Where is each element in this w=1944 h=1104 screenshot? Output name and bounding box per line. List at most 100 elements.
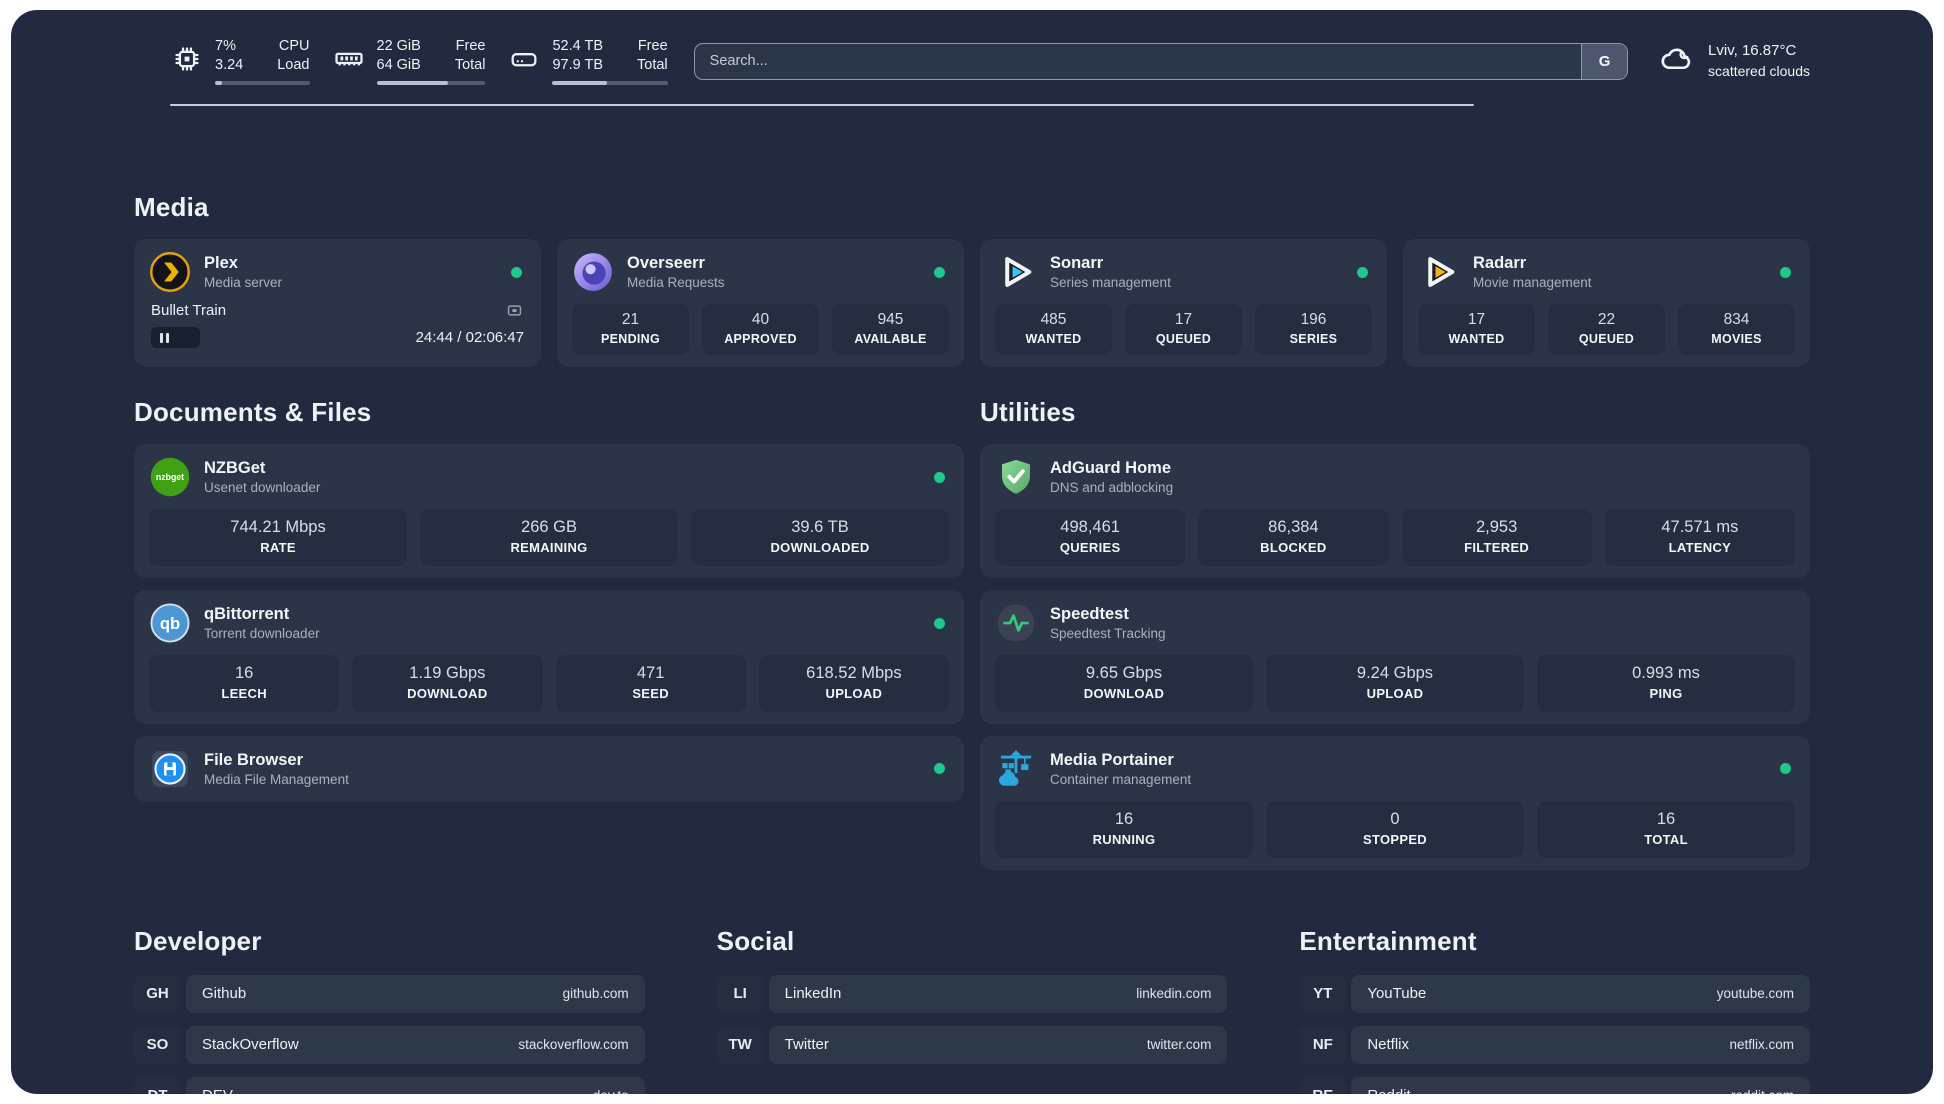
nzbget-icon: nzbget (149, 456, 191, 498)
svg-text:qb: qb (160, 614, 180, 633)
stat-tile: 40 APPROVED (702, 304, 819, 356)
app-name: Speedtest (1050, 604, 1129, 623)
bookmark-dev[interactable]: DT DEV dev.to (134, 1076, 645, 1094)
app-description: Media File Management (204, 771, 349, 787)
documents-column: Documents & Files nzbget NZBGet Usenet d (134, 397, 964, 870)
app-name: Sonarr (1050, 253, 1104, 272)
stat-tile: 9.65 Gbps DOWNLOAD (995, 655, 1253, 712)
cloud-icon (1658, 40, 1695, 82)
section-title-utilities: Utilities (980, 397, 1076, 428)
section-title-entertainment: Entertainment (1299, 925, 1477, 956)
radarr-card[interactable]: Radarr Movie management 17 WANTED 22 QUEUE… (1403, 239, 1810, 368)
bookmark-url: github.com (562, 986, 629, 1002)
bookmark-linkedin[interactable]: LI LinkedIn linkedin.com (716, 974, 1228, 1013)
stat-tile: 16 TOTAL (1537, 800, 1795, 858)
qbittorrent-card[interactable]: qb qBittorrent Torrent downloader 16 LEEC… (134, 590, 964, 724)
stat-tile: 945 AVAILABLE (832, 304, 949, 356)
system-stats: 7% 3.24 CPU Load 22 GiB 64 GiB Free Tota… (170, 37, 668, 85)
playback-time: 24:44 / 02:06:47 (415, 329, 524, 346)
bookmark-netflix[interactable]: NF Netflix netflix.com (1299, 1025, 1810, 1064)
memory-total-value: 64 GiB (376, 57, 421, 73)
status-dot (934, 471, 945, 483)
memory-progress-bar (376, 80, 486, 85)
adguard-card[interactable]: AdGuard Home DNS and adblocking 498,461 Q… (980, 444, 1810, 578)
plex-icon (149, 251, 191, 293)
media-grid: Plex Media server Bullet Train 24:44 / 0… (134, 239, 1810, 368)
developer-column: Developer GH Github github.com SO StackO… (134, 926, 645, 1094)
stat-tile: 834 MOVIES (1678, 304, 1795, 356)
section-title-media: Media (134, 192, 209, 222)
stat-tile: 47.571 ms LATENCY (1604, 509, 1795, 566)
speedtest-icon (995, 602, 1037, 644)
playback-progress-track (151, 327, 402, 348)
storage-total-value: 97.9 TB (552, 57, 604, 73)
stat-tile: 17 WANTED (1418, 304, 1535, 356)
storage-free-value: 52.4 TB (552, 38, 604, 55)
stat-tile: 39.6 TB DOWNLOADED (691, 509, 949, 566)
plex-card[interactable]: Plex Media server Bullet Train 24:44 / 0… (134, 239, 541, 368)
bookmark-github[interactable]: GH Github github.com (134, 974, 645, 1013)
memory-widget: 22 GiB 64 GiB Free Total (332, 37, 486, 85)
stat-tile: 16 LEECH (149, 655, 340, 712)
app-name: Overseerr (627, 253, 705, 272)
utilities-column: Utilities AdGuard Home DNS and adblockin… (980, 397, 1810, 870)
search-engine-button[interactable]: G (1581, 43, 1628, 79)
stat-tile: 618.52 Mbps UPLOAD (758, 655, 949, 712)
search-bar: G (693, 42, 1629, 80)
cpu-progress-bar (215, 80, 310, 85)
stat-tile: 16 RUNNING (995, 800, 1253, 858)
stat-tile: 266 GB REMAINING (420, 509, 678, 566)
bookmark-url: linkedin.com (1136, 986, 1212, 1002)
stat-tile: 196 SERIES (1255, 304, 1372, 356)
bookmark-name: Reddit (1367, 1087, 1410, 1094)
app-description: Container management (1050, 771, 1192, 787)
app-name: qBittorrent (204, 604, 290, 623)
filebrowser-icon (149, 748, 191, 790)
playback-row: 24:44 / 02:06:47 (149, 327, 526, 348)
weather-location: Lviv, 16.87°C (1708, 42, 1797, 60)
app-name: NZBGet (204, 458, 266, 477)
stat-tile: 0 STOPPED (1266, 800, 1524, 858)
status-dot (934, 266, 945, 278)
section-title-social: Social (716, 925, 795, 956)
section-title-documents: Documents & Files (134, 397, 372, 428)
bookmark-youtube[interactable]: YT YouTube youtube.com (1299, 974, 1810, 1013)
portainer-card[interactable]: Media Portainer Container management 16 R… (980, 735, 1810, 870)
bookmark-reddit[interactable]: RE Reddit reddit.com (1299, 1076, 1810, 1094)
bookmark-name: YouTube (1367, 985, 1427, 1003)
bookmark-url: youtube.com (1716, 986, 1794, 1002)
bookmark-abbr: TW (716, 1025, 764, 1064)
bookmark-name: DEV (202, 1087, 233, 1094)
status-dot (1780, 266, 1791, 278)
search-input[interactable] (694, 43, 1582, 79)
speedtest-card[interactable]: Speedtest Speedtest Tracking 9.65 Gbps DO… (980, 590, 1810, 724)
overseerr-card[interactable]: Overseerr Media Requests 21 PENDING 40 APP… (557, 239, 964, 368)
adguard-icon (995, 456, 1037, 498)
sonarr-card[interactable]: Sonarr Series management 485 WANTED 17 QUE… (980, 239, 1387, 368)
nzbget-card[interactable]: nzbget NZBGet Usenet downloader 744.21 M… (134, 444, 964, 578)
app-description: Series management (1050, 274, 1171, 290)
weather-widget: Lviv, 16.87°C scattered clouds (1658, 40, 1810, 82)
app-name: Radarr (1473, 253, 1527, 272)
pause-button[interactable] (151, 327, 200, 348)
bookmark-abbr: NF (1299, 1025, 1347, 1064)
bookmark-name: Netflix (1367, 1036, 1410, 1054)
bookmark-abbr: GH (134, 974, 181, 1013)
bookmark-url: twitter.com (1146, 1037, 1212, 1053)
bookmark-stackoverflow[interactable]: SO StackOverflow stackoverflow.com (134, 1025, 645, 1064)
bookmark-abbr: DT (134, 1076, 181, 1094)
app-description: Speedtest Tracking (1050, 625, 1166, 641)
bookmark-abbr: LI (716, 974, 764, 1013)
sonarr-icon (995, 251, 1037, 293)
svg-text:nzbget: nzbget (156, 472, 184, 482)
app-description: DNS and adblocking (1050, 479, 1174, 495)
app-name: Plex (204, 253, 238, 272)
bookmark-url: stackoverflow.com (518, 1037, 629, 1053)
filebrowser-card[interactable]: File Browser Media File Management (134, 735, 964, 802)
app-description: Media server (204, 274, 283, 290)
section-title-developer: Developer (134, 925, 262, 956)
bookmark-abbr: RE (1299, 1076, 1347, 1094)
bookmark-twitter[interactable]: TW Twitter twitter.com (716, 1025, 1228, 1064)
dashboard: 7% 3.24 CPU Load 22 GiB 64 GiB Free Tota… (11, 10, 1933, 1094)
cpu-load-label: Load (277, 57, 310, 73)
